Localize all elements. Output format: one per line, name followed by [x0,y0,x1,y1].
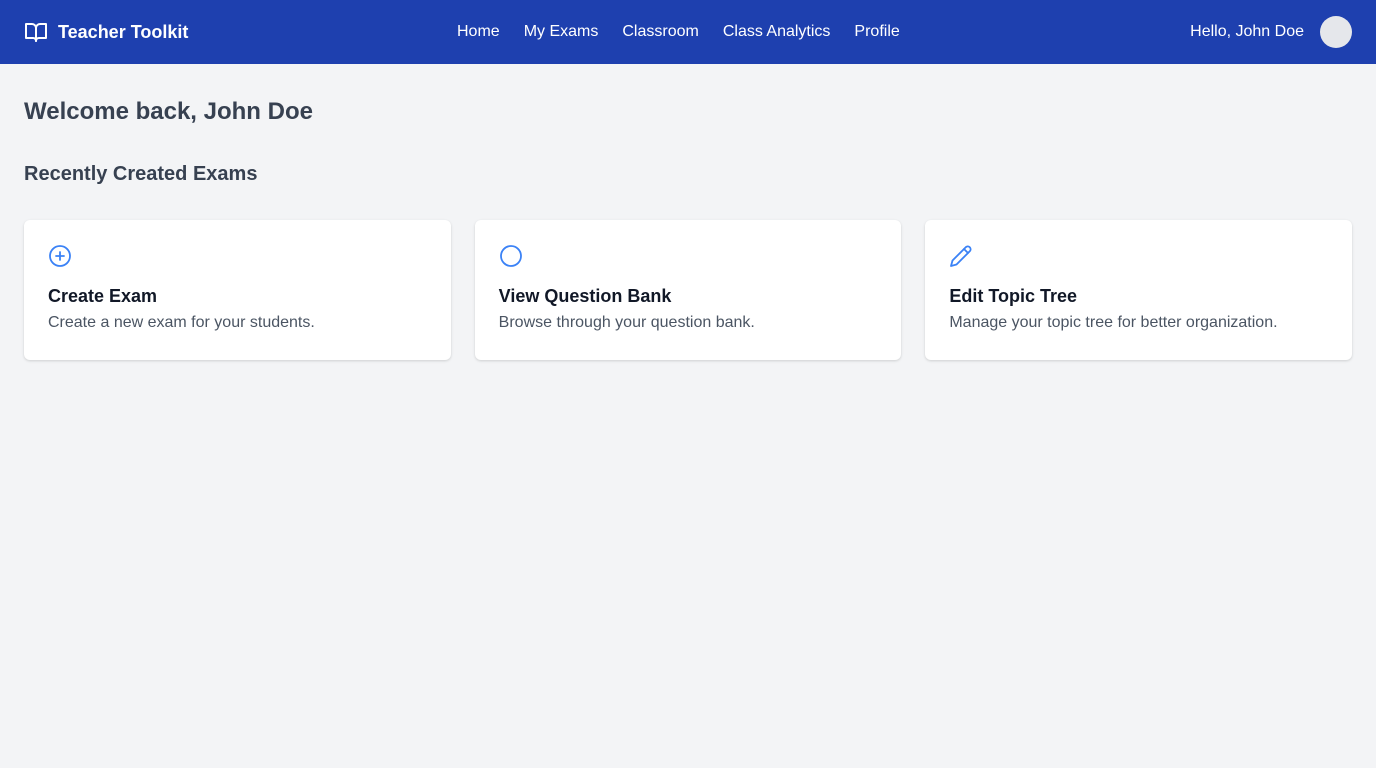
edit-topic-tree-card[interactable]: Edit Topic Tree Manage your topic tree f… [925,220,1353,360]
nav-my-exams[interactable]: My Exams [524,23,599,41]
card-title: Edit Topic Tree [949,286,1078,306]
nav-profile[interactable]: Profile [854,23,899,41]
section-title: Recently Created Exams [24,163,258,185]
avatar[interactable] [1320,16,1352,48]
create-exam-card[interactable]: Create Exam Create a new exam for your s… [24,220,451,360]
card-title: Create Exam [48,286,158,306]
card-description: Browse through your question bank. [498,314,755,331]
circle-icon [499,244,523,268]
nav-home[interactable]: Home [457,23,500,41]
book-open-icon [24,20,48,44]
top-navbar: Teacher Toolkit Home My Exams Classroom … [0,0,1376,64]
card-description: Manage your topic tree for better organi… [949,314,1278,331]
main-nav: Home My Exams Classroom Class Analytics … [457,0,900,64]
nav-classroom[interactable]: Classroom [622,23,698,41]
card-title: View Question Bank [498,286,672,306]
brand-link[interactable]: Teacher Toolkit [24,0,188,64]
user-menu: Hello, John Doe [1190,0,1352,64]
card-description: Create a new exam for your students. [48,314,315,331]
action-cards: Create Exam Create a new exam for your s… [24,220,1353,360]
nav-class-analytics[interactable]: Class Analytics [723,23,831,41]
brand-name: Teacher Toolkit [58,21,189,42]
view-question-bank-card[interactable]: View Question Bank Browse through your q… [474,220,902,360]
page-title: Welcome back, John Doe [24,98,313,125]
user-greeting: Hello, John Doe [1190,23,1304,40]
plus-circle-icon [48,244,72,268]
pencil-icon [949,244,973,268]
